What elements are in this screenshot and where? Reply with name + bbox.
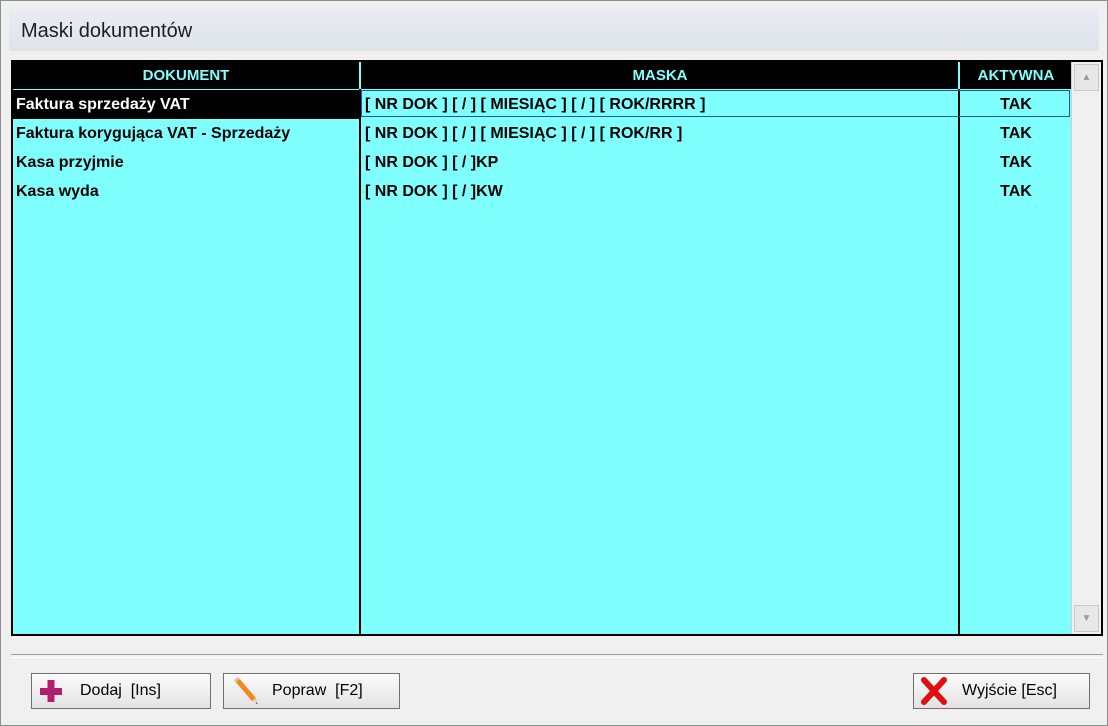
table-row[interactable]: Faktura sprzedaży VAT [ NR DOK ] [ / ] [… — [13, 90, 1071, 119]
cell-dokument: Faktura sprzedaży VAT — [13, 90, 359, 119]
exit-button[interactable]: Wyjście [Esc] — [913, 673, 1090, 709]
plus-icon — [32, 674, 72, 708]
window: Maski dokumentów DOKUMENT MASKA AKTYWNA … — [0, 0, 1108, 726]
cell-dokument: Faktura korygująca VAT - Sprzedaży — [16, 125, 291, 142]
masks-table[interactable]: DOKUMENT MASKA AKTYWNA Faktura sprzedaży… — [11, 60, 1103, 636]
cell-aktywna: TAK — [1000, 183, 1032, 200]
column-header-aktywna[interactable]: AKTYWNA — [961, 62, 1071, 89]
cell-maska: [ NR DOK ] [ / ] [ MIESIĄC ] [ / ] [ ROK… — [365, 125, 683, 142]
table-row[interactable]: Kasa przyjmie [ NR DOK ] [ / ]KP TAK — [13, 148, 1071, 177]
cell-maska: [ NR DOK ] [ / ]KW — [365, 183, 503, 200]
exit-button-label: Wyjście [Esc] — [962, 682, 1057, 699]
add-button-label: Dodaj [Ins] — [80, 682, 161, 699]
header-separator — [359, 62, 361, 89]
table-row[interactable]: Kasa wyda [ NR DOK ] [ / ]KW TAK — [13, 177, 1071, 206]
x-icon — [914, 674, 954, 708]
arrow-up-icon[interactable]: ▲ — [1074, 64, 1099, 91]
edit-button-label: Popraw [F2] — [272, 682, 363, 699]
divider — [11, 654, 1103, 658]
cell-aktywna: TAK — [1000, 125, 1032, 142]
cell-dokument: Kasa wyda — [16, 183, 99, 200]
add-button[interactable]: Dodaj [Ins] — [31, 673, 211, 709]
pencil-icon — [224, 674, 264, 708]
table-header: DOKUMENT MASKA AKTYWNA — [13, 62, 1073, 89]
title-bar: Maski dokumentów — [9, 9, 1099, 51]
column-header-dokument[interactable]: DOKUMENT — [13, 62, 359, 89]
cell-dokument: Kasa przyjmie — [16, 154, 124, 171]
header-separator — [958, 62, 960, 89]
cell-maska: [ NR DOK ] [ / ] [ MIESIĄC ] [ / ] [ ROK… — [365, 96, 706, 113]
table-row[interactable]: Faktura korygująca VAT - Sprzedaży [ NR … — [13, 119, 1071, 148]
cell-aktywna: TAK — [1000, 96, 1032, 113]
window-title: Maski dokumentów — [21, 20, 193, 42]
cell-maska: [ NR DOK ] [ / ]KP — [365, 154, 499, 171]
edit-button[interactable]: Popraw [F2] — [223, 673, 400, 709]
cell-aktywna: TAK — [1000, 154, 1032, 171]
vertical-scrollbar[interactable]: ▲ ▼ — [1071, 62, 1101, 634]
arrow-down-icon[interactable]: ▼ — [1074, 605, 1099, 632]
column-header-maska[interactable]: MASKA — [362, 62, 958, 89]
